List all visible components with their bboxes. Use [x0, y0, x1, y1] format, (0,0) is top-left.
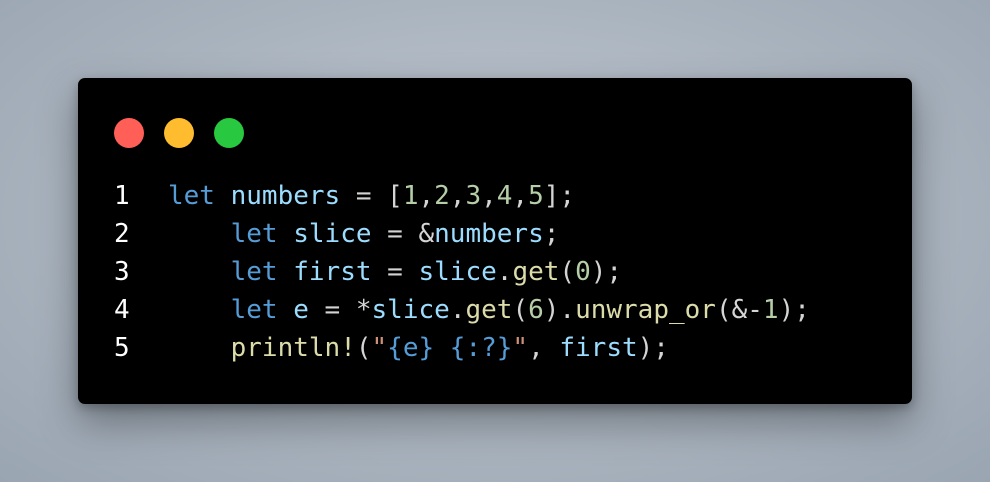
code-token: (: [512, 295, 529, 325]
code-token: numbers: [230, 181, 341, 211]
code-token: 1: [402, 181, 419, 211]
code-token: e: [293, 295, 309, 325]
code-token: 4: [496, 181, 513, 211]
code-token: );: [590, 257, 623, 287]
code-token: unwrap_or: [575, 295, 716, 325]
code-token: 6: [528, 295, 544, 325]
line-number: 4: [114, 295, 130, 325]
line-number: 1: [114, 181, 130, 211]
code-token: numbers: [434, 219, 544, 249]
code-token: first: [559, 333, 638, 363]
code-token: println!: [230, 333, 356, 363]
line-number: 5: [114, 333, 130, 363]
code-token: );: [637, 333, 669, 363]
code-token: let: [230, 257, 278, 287]
code-token: (: [559, 257, 576, 287]
code-token: ,: [449, 181, 466, 211]
line-number: 2: [114, 219, 130, 249]
line-content: println!("{e} {:?}", first);: [168, 329, 669, 367]
code-line: 1 let numbers = [1,2,3,4,5];: [114, 177, 810, 215]
code-token: ": [371, 333, 388, 363]
code-window: 1 let numbers = [1,2,3,4,5]; 2 let slice =…: [78, 78, 912, 404]
code-token: ": [512, 333, 529, 363]
code-token: );: [778, 295, 810, 325]
code-token: let: [230, 295, 278, 325]
code-line: 4 let e = *slice.get(6).unwrap_or(&-1);: [114, 291, 810, 329]
code-token: slice: [418, 257, 497, 287]
code-token: first: [293, 257, 372, 287]
code-token: ,: [528, 333, 560, 363]
line-content: let slice = &numbers;: [168, 215, 560, 253]
code-block: 1 let numbers = [1,2,3,4,5]; 2 let slice =…: [114, 177, 810, 367]
code-token: get: [465, 295, 513, 325]
code-token: = *: [308, 295, 372, 325]
code-token: .: [496, 257, 513, 287]
code-token: ,: [512, 181, 529, 211]
code-token: 5: [528, 181, 544, 211]
code-token: let: [168, 181, 215, 211]
code-token: slice: [371, 295, 450, 325]
code-token: ];: [543, 181, 576, 211]
code-token: .: [449, 295, 466, 325]
code-token: ).: [543, 295, 576, 325]
code-token: 1: [762, 295, 779, 325]
minimize-button[interactable]: [164, 118, 194, 148]
code-token: slice: [293, 219, 372, 249]
code-token: ,: [481, 181, 497, 211]
code-token: ,: [418, 181, 435, 211]
code-token: {e} {:?}: [387, 333, 513, 363]
code-token: = &: [371, 219, 435, 249]
line-content: let numbers = [1,2,3,4,5];: [168, 177, 575, 215]
code-token: = [: [340, 181, 403, 211]
code-token: let: [230, 219, 278, 249]
code-line: 3 let first = slice.get(0);: [114, 253, 810, 291]
code-token: 2: [434, 181, 450, 211]
code-token: (: [355, 333, 372, 363]
code-token: 3: [465, 181, 482, 211]
close-button[interactable]: [114, 118, 144, 148]
code-token: 0: [575, 257, 591, 287]
line-content: let first = slice.get(0);: [168, 253, 622, 291]
code-token: get: [512, 257, 560, 287]
code-line: 2 let slice = &numbers;: [114, 215, 810, 253]
line-content: let e = *slice.get(6).unwrap_or(&-1);: [168, 291, 810, 329]
code-token: =: [371, 257, 419, 287]
code-token: ;: [543, 219, 560, 249]
code-token: (&-: [715, 295, 763, 325]
code-line: 5 println!("{e} {:?}", first);: [114, 329, 810, 367]
line-number: 3: [114, 257, 130, 287]
maximize-button[interactable]: [214, 118, 244, 148]
